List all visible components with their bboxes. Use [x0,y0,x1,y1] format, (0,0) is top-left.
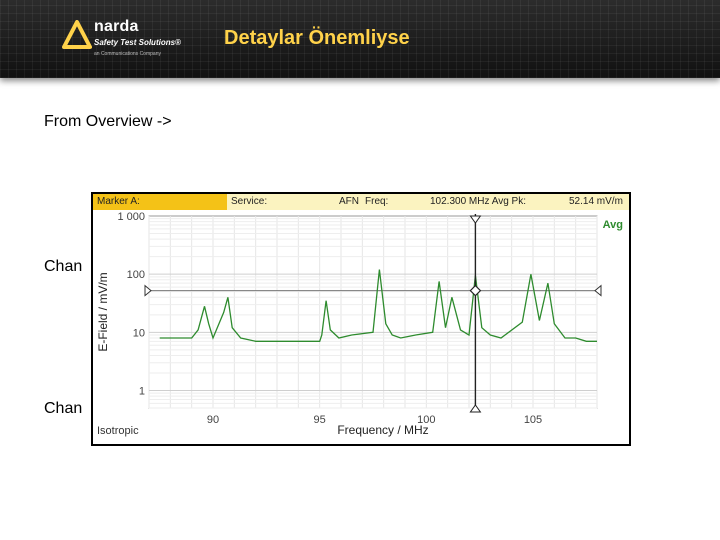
body-line-overview: From Overview -> [44,113,172,130]
series-legend-avg: Avg [603,219,623,231]
logo-tagline: Safety Test Solutions® [94,38,181,47]
y-tick-label: 1 000 [117,211,145,223]
marker-label: Marker A: [93,194,227,210]
y-tick-label: 1 [139,385,145,397]
service-value: AFN [339,196,359,207]
x-tick-label: 105 [524,414,542,426]
slide-title: Detaylar Önemliyse [224,27,410,49]
x-tick-label: 90 [207,414,219,426]
body-line-chan-1: Chan [44,258,83,275]
spectrum-chart: 90 95 100 1051 000100101Frequency / MHzE-Fi… [96,211,623,437]
y-axis-title: E-Field / mV/m [96,272,110,351]
y-tick-label: 100 [127,269,145,281]
isotropic-label: Isotropic [97,425,139,437]
x-tick-label: 95 [314,414,326,426]
logo-name: narda [94,18,139,35]
service-label: Service: [231,196,268,207]
plot-area [148,215,598,409]
narda-logo: narda Safety Test Solutions® an Communic… [62,16,202,64]
spectrum-panel: Marker A: Service: AFN Freq: 102.300 MHz… [91,192,631,446]
header-bar: narda Safety Test Solutions® an Communic… [0,0,720,78]
x-axis-title: Frequency / MHz [337,423,428,437]
logo-subline: an Communications Company [94,51,161,57]
warning-triangle-icon [62,20,92,49]
body-line-chan-2: Chan [44,400,83,417]
freq-value: 102.300 MHz Avg Pk: [430,196,526,207]
marker-status-bar: Marker A: Service: AFN Freq: 102.300 MHz… [93,194,629,210]
y-tick-label: 10 [133,327,145,339]
level-value: 52.14 mV/m [569,196,623,207]
freq-label: Freq: [365,196,389,207]
